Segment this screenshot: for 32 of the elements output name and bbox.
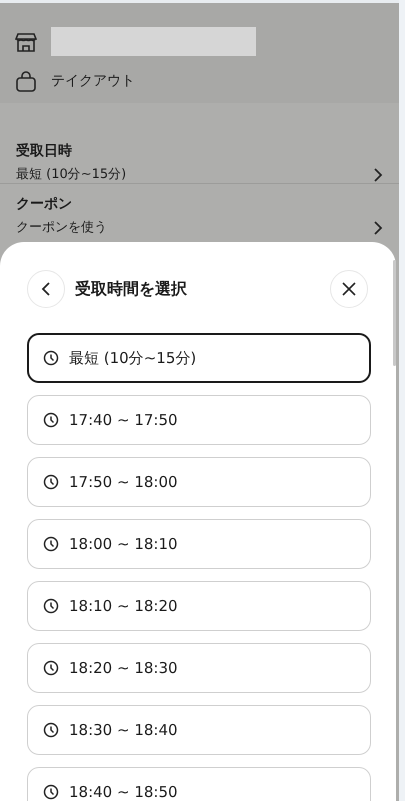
clock-icon [43,412,59,428]
settings-row[interactable]: クーポン クーポンを使う [0,184,399,236]
row-value: クーポンを使う [16,220,108,236]
clock-icon [43,350,59,366]
store-icon [15,30,37,52]
time-option[interactable]: 最短 (10分~15分) [27,333,371,383]
chevron-right-icon [373,167,383,183]
clock-icon [43,660,59,676]
clock-icon [43,784,59,800]
chevron-left-icon [41,281,51,297]
sheet-title: 受取時間を選択 [75,278,188,300]
row-value: 最短 (10分~15分) [16,167,128,183]
time-option[interactable]: 18:00 ~ 18:10 [27,519,371,569]
time-option[interactable]: 18:10 ~ 18:20 [27,581,371,631]
chevron-right-icon [373,220,383,236]
time-option[interactable]: 18:20 ~ 18:30 [27,643,371,693]
time-option[interactable]: 18:30 ~ 18:40 [27,705,371,755]
clock-icon [43,536,59,552]
clock-icon [43,474,59,490]
bag-icon [15,70,37,92]
time-option[interactable]: 17:40 ~ 17:50 [27,395,371,445]
clock-icon [43,598,59,614]
order-type: テイクアウト [51,72,135,90]
back-button[interactable] [27,270,65,308]
close-icon [341,281,357,297]
clock-icon [43,722,59,738]
row-title: 受取日時 [16,143,73,160]
time-option[interactable]: 17:50 ~ 18:00 [27,457,371,507]
time-option[interactable]: 18:40 ~ 18:50 [27,767,371,801]
settings-row[interactable]: 受取日時 最短 (10分~15分) [0,103,399,184]
close-button[interactable] [330,270,368,308]
row-title: クーポン [16,196,73,213]
